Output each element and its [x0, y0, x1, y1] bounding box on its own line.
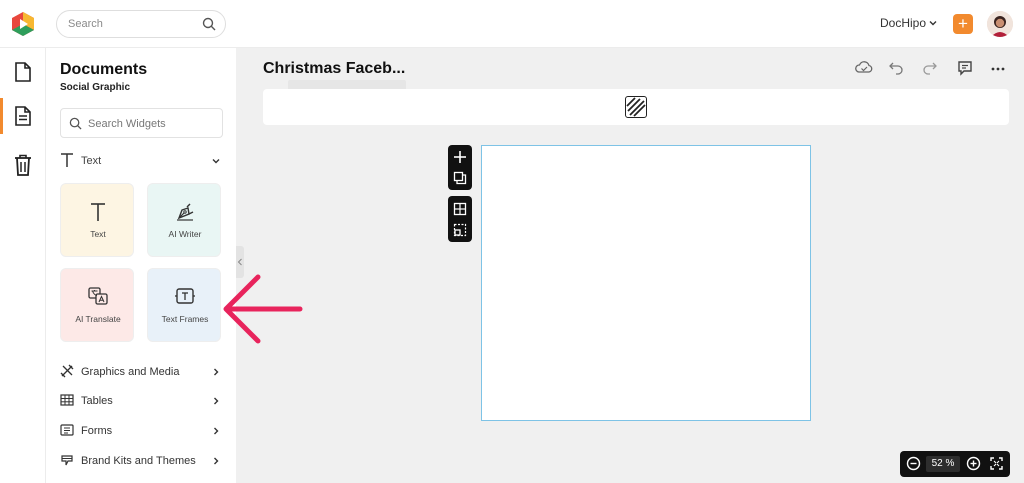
- section-header-text[interactable]: Text: [60, 152, 223, 170]
- widget-tile-text-frames[interactable]: Text Frames: [147, 268, 221, 342]
- select-area-icon[interactable]: [453, 223, 467, 237]
- zoom-control: 52 %: [900, 451, 1010, 477]
- chevron-right-icon: [214, 368, 219, 376]
- search-icon: [69, 117, 82, 130]
- page-actions-group-1: [448, 145, 472, 190]
- widget-tile-label: Text: [90, 229, 106, 239]
- avatar[interactable]: [987, 11, 1013, 37]
- zoom-level[interactable]: 52 %: [926, 456, 960, 472]
- create-button[interactable]: +: [953, 14, 973, 34]
- category-tables[interactable]: Tables: [60, 391, 223, 411]
- search-input[interactable]: Search: [56, 10, 226, 38]
- text-icon: [61, 153, 73, 167]
- panel-title: Documents: [60, 61, 148, 78]
- panel-subtitle: Social Graphic: [60, 82, 131, 93]
- category-label: Tables: [81, 395, 113, 407]
- pen-nib-icon: [177, 203, 194, 221]
- zoom-in-icon[interactable]: [966, 456, 981, 471]
- undo-icon[interactable]: [888, 60, 904, 76]
- chevron-down-icon[interactable]: [928, 18, 938, 28]
- category-forms[interactable]: Forms: [60, 421, 223, 441]
- widget-tile-ai-writer[interactable]: AI Writer: [147, 183, 221, 257]
- chevron-right-icon: [214, 427, 219, 435]
- chevron-down-icon: [212, 159, 220, 164]
- widget-tile-label: AI Writer: [168, 229, 202, 239]
- add-page-icon[interactable]: [453, 150, 467, 164]
- redo-icon[interactable]: [922, 60, 938, 76]
- document-title[interactable]: Christmas Faceb...: [263, 60, 405, 78]
- widget-tile-text[interactable]: Text: [60, 183, 134, 257]
- cloud-save-icon[interactable]: [855, 60, 873, 76]
- pattern-icon: [626, 97, 646, 117]
- form-icon: [60, 424, 74, 436]
- text-icon: [91, 203, 105, 221]
- top-bar: Search DocHipo +: [0, 0, 1024, 48]
- text-frame-icon: [175, 288, 195, 304]
- icon-rail: [0, 48, 46, 483]
- page-actions-group-2: [448, 196, 472, 242]
- widgets-panel: Documents Social Graphic Search Widgets …: [46, 48, 236, 483]
- design-canvas-page[interactable]: [481, 145, 811, 421]
- document-text-icon: [15, 106, 31, 126]
- rail-item-documents[interactable]: [0, 52, 46, 92]
- category-brand-kits-and-themes[interactable]: Brand Kits and Themes: [60, 451, 223, 471]
- brand-kit-icon: [61, 455, 73, 466]
- widget-search-input[interactable]: Search Widgets: [60, 108, 223, 138]
- chevron-left-icon: [237, 258, 242, 266]
- search-placeholder: Search: [68, 18, 103, 30]
- section-label: Text: [81, 155, 102, 167]
- comment-icon[interactable]: [957, 60, 973, 76]
- more-options-icon[interactable]: [990, 60, 1006, 76]
- category-label: Graphics and Media: [81, 366, 180, 378]
- category-label: Forms: [81, 425, 113, 437]
- duplicate-page-icon[interactable]: [453, 171, 467, 185]
- table-icon: [60, 394, 74, 406]
- search-icon[interactable]: [202, 17, 216, 31]
- zoom-out-icon[interactable]: [906, 456, 921, 471]
- translate-icon: [88, 287, 108, 305]
- chevron-right-icon: [214, 457, 219, 465]
- widget-tile-label: AI Translate: [75, 314, 121, 324]
- app-logo[interactable]: [10, 11, 36, 37]
- background-pattern-button[interactable]: [625, 96, 647, 118]
- element-toolbar: [263, 89, 1009, 125]
- document-icon: [15, 62, 31, 82]
- fullscreen-icon[interactable]: [989, 456, 1004, 471]
- category-graphics-and-media[interactable]: Graphics and Media: [60, 362, 223, 382]
- widget-tile-label: Text Frames: [161, 314, 209, 324]
- account-menu-label[interactable]: DocHipo: [880, 16, 926, 30]
- rail-item-trash[interactable]: [0, 144, 46, 184]
- trash-icon: [15, 154, 31, 176]
- widget-tile-ai-translate[interactable]: AI Translate: [60, 268, 134, 342]
- widget-search-placeholder: Search Widgets: [88, 118, 166, 130]
- category-label: Brand Kits and Themes: [81, 455, 196, 467]
- annotation-arrow: [223, 274, 303, 344]
- graphics-icon: [60, 364, 74, 378]
- rail-item-widgets[interactable]: [0, 96, 46, 136]
- chevron-right-icon: [214, 397, 219, 405]
- editor-toolbar: [855, 60, 1015, 78]
- grid-layout-icon[interactable]: [453, 202, 467, 216]
